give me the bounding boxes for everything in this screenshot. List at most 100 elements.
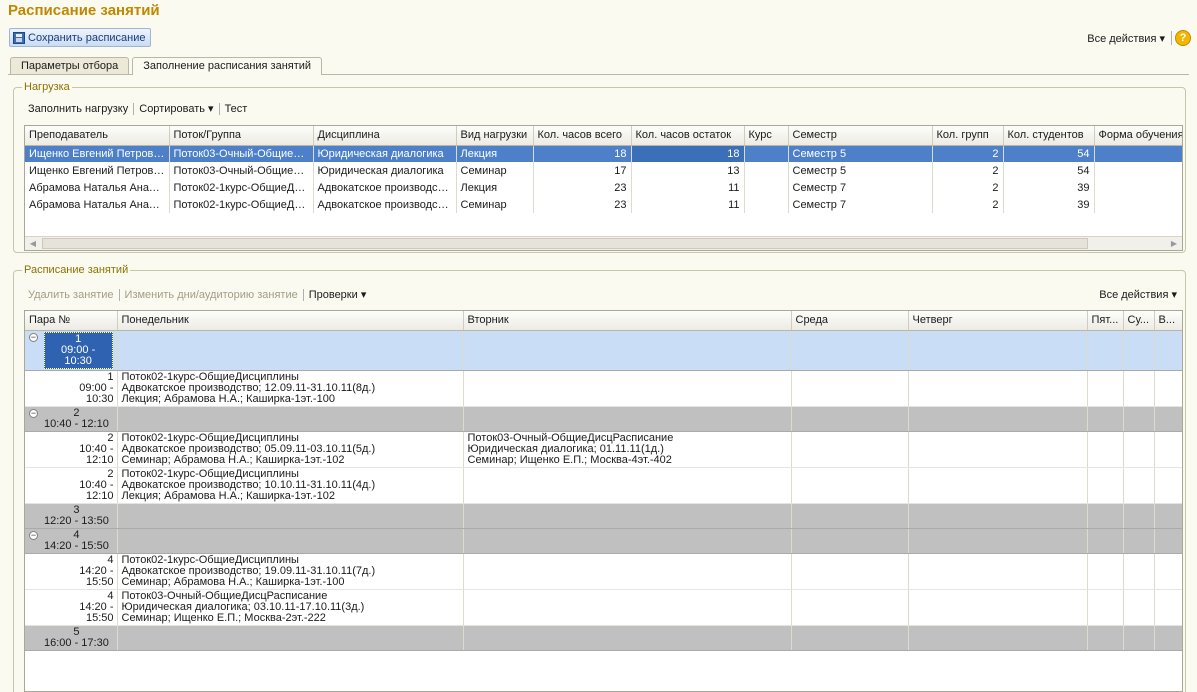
empty-cell[interactable]: [791, 406, 909, 432]
empty-cell[interactable]: [1123, 503, 1155, 529]
empty-cell[interactable]: [908, 467, 1088, 504]
empty-cell[interactable]: [1154, 431, 1182, 468]
empty-cell[interactable]: [791, 625, 909, 651]
schedule-lesson-row[interactable]: 4 14:20 -15:50 Поток02-1курс-ОбщиеДисципли…: [25, 553, 1182, 590]
schedule-lesson-row[interactable]: 4 14:20 -15:50 Поток03-Очный-ОбщиеДисцРасп…: [25, 589, 1182, 626]
fill-load-button[interactable]: Заполнить нагрузку: [28, 103, 128, 115]
lesson-cell-mon[interactable]: Поток03-Очный-ОбщиеДисцРасписание Юридиче…: [117, 589, 464, 626]
col-teacher[interactable]: Преподаватель: [25, 126, 170, 146]
empty-cell[interactable]: [463, 503, 792, 529]
schedule-pair-group-row[interactable]: −2 10:40 - 12:10: [25, 406, 1182, 432]
schedule-lesson-row[interactable]: 2 10:40 -12:10 Поток02-1курс-ОбщиеДисципли…: [25, 467, 1182, 504]
empty-cell[interactable]: [1154, 467, 1182, 504]
empty-cell[interactable]: [463, 406, 792, 432]
empty-cell[interactable]: [908, 625, 1088, 651]
lesson-cell-mon[interactable]: Поток02-1курс-ОбщиеДисциплины Адвокатское…: [117, 553, 464, 590]
pair-group-cell[interactable]: −1 09:00 - 10:30: [25, 330, 118, 371]
empty-cell[interactable]: [791, 431, 909, 468]
edit-days-room-button[interactable]: Изменить дни/аудиторию занятие: [125, 289, 298, 301]
empty-cell[interactable]: [463, 528, 792, 554]
empty-cell[interactable]: [1123, 467, 1155, 504]
empty-cell[interactable]: [463, 330, 792, 371]
empty-cell[interactable]: [117, 528, 464, 554]
delete-lesson-button[interactable]: Удалить занятие: [28, 289, 114, 301]
schedule-pair-group-row[interactable]: −1 09:00 - 10:30: [25, 330, 1182, 371]
empty-cell[interactable]: [1123, 330, 1155, 371]
col-saturday[interactable]: Су...: [1123, 311, 1155, 331]
col-friday[interactable]: Пят...: [1087, 311, 1124, 331]
empty-cell[interactable]: [1154, 625, 1182, 651]
empty-cell[interactable]: [791, 589, 909, 626]
col-thursday[interactable]: Четверг: [908, 311, 1088, 331]
scroll-right-icon[interactable]: ▶: [1166, 237, 1182, 250]
empty-cell[interactable]: [791, 467, 909, 504]
empty-cell[interactable]: [117, 330, 464, 371]
help-icon[interactable]: ?: [1175, 30, 1191, 46]
empty-cell[interactable]: [1154, 553, 1182, 590]
lesson-cell-tue[interactable]: [463, 553, 792, 590]
empty-cell[interactable]: [791, 503, 909, 529]
empty-cell[interactable]: [1087, 330, 1124, 371]
col-group[interactable]: Поток/Группа: [169, 126, 314, 146]
scroll-thumb[interactable]: [42, 238, 1088, 249]
empty-cell[interactable]: [791, 330, 909, 371]
col-load-kind[interactable]: Вид нагрузки: [456, 126, 534, 146]
tab-filter-params[interactable]: Параметры отбора: [10, 57, 130, 74]
col-discipline[interactable]: Дисциплина: [313, 126, 457, 146]
empty-cell[interactable]: [1154, 503, 1182, 529]
pair-group-cell[interactable]: −2 10:40 - 12:10: [25, 406, 118, 432]
pair-group-cell[interactable]: 3 12:20 - 13:50: [25, 503, 118, 529]
empty-cell[interactable]: [791, 528, 909, 554]
empty-cell[interactable]: [1087, 406, 1124, 432]
empty-cell[interactable]: [1154, 330, 1182, 371]
schedule-pair-group-row[interactable]: −4 14:20 - 15:50: [25, 528, 1182, 554]
collapse-icon[interactable]: −: [29, 332, 38, 342]
col-study-form[interactable]: Форма обучения: [1094, 126, 1182, 146]
col-hours-total[interactable]: Кол. часов всего: [533, 126, 632, 146]
col-course[interactable]: Курс: [744, 126, 789, 146]
empty-cell[interactable]: [1087, 589, 1124, 626]
lesson-cell-mon[interactable]: Поток02-1курс-ОбщиеДисциплины Адвокатское…: [117, 467, 464, 504]
empty-cell[interactable]: [1154, 406, 1182, 432]
empty-cell[interactable]: [1123, 625, 1155, 651]
lesson-cell-tue[interactable]: [463, 589, 792, 626]
lesson-cell-tue[interactable]: [463, 467, 792, 504]
schedule-pair-group-row[interactable]: 3 12:20 - 13:50: [25, 503, 1182, 529]
empty-cell[interactable]: [1154, 528, 1182, 554]
col-tuesday[interactable]: Вторник: [463, 311, 792, 331]
empty-cell[interactable]: [1123, 370, 1155, 407]
empty-cell[interactable]: [1087, 467, 1124, 504]
empty-cell[interactable]: [908, 406, 1088, 432]
empty-cell[interactable]: [1123, 406, 1155, 432]
empty-cell[interactable]: [1087, 528, 1124, 554]
empty-cell[interactable]: [908, 503, 1088, 529]
pair-group-cell[interactable]: −4 14:20 - 15:50: [25, 528, 118, 554]
col-monday[interactable]: Понедельник: [117, 311, 464, 331]
empty-cell[interactable]: [908, 431, 1088, 468]
empty-cell[interactable]: [1087, 503, 1124, 529]
table-row[interactable]: Абрамова Наталья Анато... Поток02-1курс-…: [25, 196, 1182, 213]
col-hours-remain[interactable]: Кол. часов остаток: [631, 126, 745, 146]
test-button[interactable]: Тест: [225, 103, 248, 115]
empty-cell[interactable]: [1123, 553, 1155, 590]
empty-cell[interactable]: [1154, 589, 1182, 626]
empty-cell[interactable]: [1087, 431, 1124, 468]
empty-cell[interactable]: [117, 503, 464, 529]
table-row[interactable]: Абрамова Наталья Анато... Поток02-1курс-…: [25, 179, 1182, 196]
sort-button[interactable]: Сортировать ▾: [139, 102, 213, 115]
empty-cell[interactable]: [908, 330, 1088, 371]
empty-cell[interactable]: [1123, 589, 1155, 626]
col-students-count[interactable]: Кол. студентов: [1003, 126, 1095, 146]
lesson-cell-tue[interactable]: Поток03-Очный-ОбщиеДисцРасписание Юридиче…: [463, 431, 792, 468]
pair-group-cell[interactable]: 5 16:00 - 17:30: [25, 625, 118, 651]
schedule-pair-group-row[interactable]: 5 16:00 - 17:30: [25, 625, 1182, 651]
empty-cell[interactable]: [908, 589, 1088, 626]
empty-cell[interactable]: [1087, 625, 1124, 651]
collapse-icon[interactable]: −: [29, 408, 38, 418]
col-pair-no[interactable]: Пара №: [25, 311, 118, 331]
schedule-lesson-row[interactable]: 2 10:40 -12:10 Поток02-1курс-ОбщиеДисципли…: [25, 431, 1182, 468]
col-sunday[interactable]: В...: [1154, 311, 1182, 331]
col-groups-count[interactable]: Кол. групп: [932, 126, 1004, 146]
empty-cell[interactable]: [908, 370, 1088, 407]
scroll-left-icon[interactable]: ◀: [25, 237, 41, 250]
